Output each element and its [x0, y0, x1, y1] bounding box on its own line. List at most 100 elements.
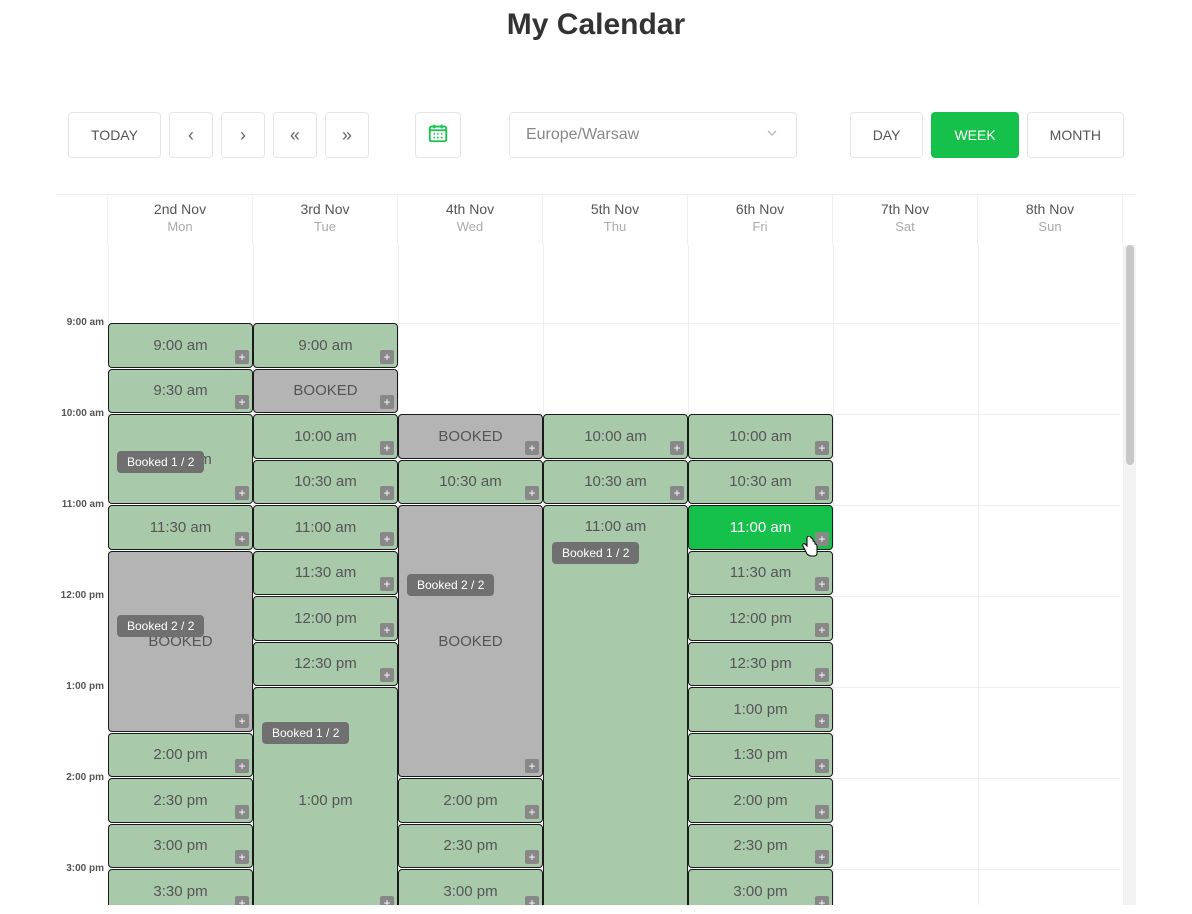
add-icon[interactable]: + [380, 577, 394, 591]
time-slot[interactable]: 2:30 pm + [108, 778, 253, 823]
add-icon[interactable]: + [235, 532, 249, 546]
time-slot[interactable]: 3:00 pm+ [688, 869, 833, 905]
time-slot[interactable]: 3:00 pm+ [108, 824, 253, 869]
add-icon[interactable]: + [380, 623, 394, 637]
add-icon[interactable]: + [380, 441, 394, 455]
scroll-thumb[interactable] [1126, 245, 1134, 465]
add-icon[interactable]: + [815, 896, 829, 906]
add-icon[interactable]: + [815, 714, 829, 728]
time-slot[interactable]: 2:00 pm+ [108, 733, 253, 778]
time-slot[interactable]: 10:30 am+ [398, 460, 543, 505]
add-icon[interactable]: + [235, 805, 249, 819]
add-icon[interactable]: + [380, 668, 394, 682]
slot-label: 2:30 pm [443, 837, 497, 854]
add-icon[interactable]: + [525, 759, 539, 773]
time-slot[interactable]: 12:00 pm+ [253, 596, 398, 641]
add-icon[interactable]: + [235, 759, 249, 773]
scrollbar[interactable] [1124, 245, 1136, 905]
add-icon[interactable]: + [815, 623, 829, 637]
time-slot[interactable]: 2:00 pm+ [398, 778, 543, 823]
add-icon[interactable]: + [525, 805, 539, 819]
calendar-picker-button[interactable] [415, 112, 461, 158]
time-slot[interactable]: 9:00 am+ [253, 323, 398, 368]
calendar-grid[interactable]: 8:00 am9:00 am10:00 am11:00 am12:00 pm1:… [56, 245, 1136, 905]
day-column[interactable]: 9:00 am+BOOKED+10:00 am+10:30 am+11:00 a… [253, 245, 398, 905]
add-icon[interactable]: + [815, 441, 829, 455]
time-slot[interactable]: 1:00 pm+ [688, 687, 833, 732]
day-column[interactable]: BOOKED+10:30 am+BOOKED+Booked 2 / 22:00 … [398, 245, 543, 905]
time-slot[interactable]: 2:30 pm+ [688, 824, 833, 869]
add-icon[interactable]: + [525, 850, 539, 864]
time-slot[interactable]: 12:00 pm+ [688, 596, 833, 641]
day-column[interactable]: 10:00 am +10:30 am+11:00 am+Booked 1 / 2 [543, 245, 688, 905]
add-icon[interactable]: + [815, 486, 829, 500]
add-icon[interactable]: + [670, 441, 684, 455]
time-slot[interactable]: 3:00 pm+ [398, 869, 543, 905]
add-icon[interactable]: + [235, 350, 249, 364]
add-icon[interactable]: + [235, 896, 249, 906]
view-day-button[interactable]: DAY [850, 112, 924, 158]
time-slot[interactable]: 11:00 am+ [253, 505, 398, 550]
time-slot[interactable]: 10:30 am+ [688, 460, 833, 505]
time-slot[interactable]: 10:30 am+ [543, 460, 688, 505]
day-column[interactable] [978, 245, 1123, 905]
add-icon[interactable]: + [815, 668, 829, 682]
today-button[interactable]: TODAY [68, 112, 161, 158]
prev-button[interactable]: ‹ [169, 112, 213, 158]
add-icon[interactable]: + [380, 532, 394, 546]
timezone-select[interactable]: Europe/Warsaw [509, 112, 797, 158]
fast-prev-button[interactable]: « [273, 112, 317, 158]
add-icon[interactable]: + [380, 350, 394, 364]
view-month-button[interactable]: MONTH [1027, 112, 1124, 158]
slot-label: 2:30 pm [153, 792, 207, 809]
add-icon[interactable]: + [815, 532, 829, 546]
add-icon[interactable]: + [670, 486, 684, 500]
add-icon[interactable]: + [235, 486, 249, 500]
add-icon[interactable]: + [380, 896, 394, 906]
time-slot[interactable]: 10:00 am+ [253, 414, 398, 459]
day-column[interactable] [833, 245, 978, 905]
time-slot[interactable]: 3:30 pm+ [108, 869, 253, 905]
booked-slot[interactable]: BOOKED+Booked 2 / 2 [398, 505, 543, 777]
time-slot[interactable]: 1:00 pm+Booked 1 / 2 [253, 687, 398, 905]
time-slot[interactable]: 9:00 am+ [108, 323, 253, 368]
add-icon[interactable]: + [235, 395, 249, 409]
time-slot[interactable]: 2:00 pm+ [688, 778, 833, 823]
booked-slot[interactable]: BOOKED+ [398, 414, 543, 459]
add-icon[interactable]: + [380, 486, 394, 500]
time-slot[interactable]: 10:00 am+ [688, 414, 833, 459]
slot-label: 10:00 am [584, 428, 647, 445]
time-slot[interactable]: 11:00 am+ [688, 505, 833, 550]
time-slot[interactable]: 11:30 am+ [688, 551, 833, 596]
add-icon[interactable]: + [525, 441, 539, 455]
time-slot[interactable]: 11:30 am+ [108, 505, 253, 550]
add-icon[interactable]: + [815, 577, 829, 591]
time-slot[interactable]: 1:30 pm+ [688, 733, 833, 778]
time-slot[interactable]: 10:30 am+ [253, 460, 398, 505]
time-slot[interactable]: 11:00 am+Booked 1 / 2 [543, 505, 688, 905]
view-week-button[interactable]: WEEK [931, 112, 1018, 158]
slot-label: 1:00 pm [298, 792, 352, 809]
add-icon[interactable]: + [235, 714, 249, 728]
add-icon[interactable]: + [525, 486, 539, 500]
add-icon[interactable]: + [815, 850, 829, 864]
time-slot[interactable]: 10:00 am + [543, 414, 688, 459]
day-column[interactable]: 10:00 am+10:30 am+11:00 am+11:30 am+12:0… [688, 245, 833, 905]
day-column[interactable]: 9:00 am+9:30 am+10:00 am+Booked 1 / 211:… [108, 245, 253, 905]
time-slot[interactable]: 11:30 am+ [253, 551, 398, 596]
time-slot[interactable]: 12:30 pm+ [688, 642, 833, 687]
add-icon[interactable]: + [815, 805, 829, 819]
add-icon[interactable]: + [815, 759, 829, 773]
booked-slot[interactable]: BOOKED+ [253, 369, 398, 414]
time-slot[interactable]: 2:30 pm + [398, 824, 543, 869]
time-slot[interactable]: 12:30 pm+ [253, 642, 398, 687]
booked-slot[interactable]: BOOKED+Booked 2 / 2 [108, 551, 253, 732]
slot-label: 11:00 am [585, 506, 646, 535]
time-slot[interactable]: 10:00 am+Booked 1 / 2 [108, 414, 253, 504]
next-button[interactable]: › [221, 112, 265, 158]
fast-next-button[interactable]: » [325, 112, 369, 158]
add-icon[interactable]: + [525, 896, 539, 906]
time-slot[interactable]: 9:30 am+ [108, 369, 253, 414]
add-icon[interactable]: + [235, 850, 249, 864]
add-icon[interactable]: + [380, 395, 394, 409]
